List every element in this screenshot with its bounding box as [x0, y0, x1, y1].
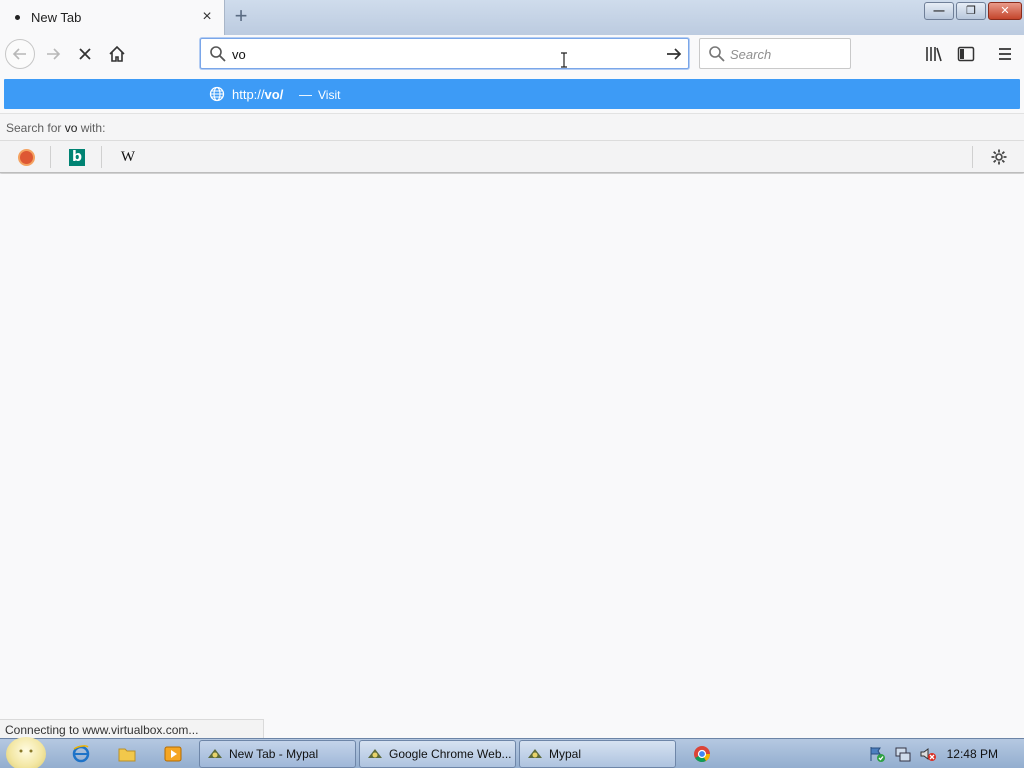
task-label: Mypal — [549, 747, 582, 761]
window-close-button[interactable]: ✕ — [988, 2, 1022, 20]
mypal-icon — [368, 749, 382, 758]
chrome-icon — [694, 746, 710, 762]
clock[interactable]: 12:48 PM — [947, 747, 998, 761]
close-icon: ✕ — [1000, 5, 1010, 17]
bing-icon: b — [69, 148, 85, 166]
flag-check-icon — [870, 747, 885, 762]
media-player-icon — [164, 746, 182, 762]
start-button[interactable] — [6, 737, 46, 768]
task-label: New Tab - Mypal — [229, 747, 319, 761]
search-settings-button[interactable] — [989, 147, 1009, 167]
task-new-tab-mypal[interactable]: New Tab - Mypal — [199, 740, 356, 768]
network-icon — [895, 747, 911, 762]
search-bar[interactable] — [699, 38, 851, 69]
minimize-button[interactable]: — — [924, 2, 954, 20]
text-cursor-icon — [561, 52, 567, 68]
forward-arrow-icon — [47, 48, 61, 60]
stop-button[interactable] — [70, 39, 100, 69]
status-panel: Connecting to www.virtualbox.com... — [0, 719, 264, 738]
new-tab-button[interactable]: + — [231, 5, 251, 27]
duckduckgo-engine-button[interactable] — [16, 147, 36, 167]
tab-close-icon[interactable]: × — [200, 9, 214, 25]
tab-strip: New Tab × + — ❐ ✕ — [0, 0, 1024, 35]
autocomplete-action: Visit — [318, 88, 341, 102]
back-arrow-icon — [12, 48, 26, 60]
search-input[interactable] — [730, 45, 845, 63]
action-center-tray-button[interactable] — [868, 745, 886, 763]
back-button[interactable] — [5, 39, 35, 69]
restore-button[interactable]: ❐ — [956, 2, 986, 20]
media-player-launcher[interactable] — [164, 745, 182, 763]
duckduckgo-icon — [17, 148, 35, 166]
home-icon — [109, 45, 125, 62]
sidebar-button[interactable] — [955, 43, 977, 65]
task-mypal[interactable]: Mypal — [519, 740, 676, 768]
search-with-header: Search for vo with: — [0, 113, 1024, 140]
library-button[interactable] — [923, 43, 945, 65]
bing-engine-button[interactable]: b — [67, 147, 87, 167]
system-tray: 12:48 PM — [864, 739, 1024, 768]
internet-explorer-icon — [72, 745, 90, 763]
search-icon — [210, 46, 226, 62]
chrome-launcher[interactable] — [693, 745, 711, 763]
separator — [972, 146, 973, 168]
search-with-label: Search for vo with: — [6, 121, 106, 135]
wikipedia-engine-button[interactable]: W — [118, 147, 138, 167]
loading-dot-icon — [15, 15, 20, 20]
one-off-search-engines: b W — [0, 140, 1024, 173]
tab-title: New Tab — [31, 10, 82, 25]
tab-new-tab[interactable]: New Tab × — [0, 0, 225, 35]
hamburger-menu-icon — [999, 48, 1011, 60]
taskbar: New Tab - Mypal Google Chrome Web... Myp… — [0, 737, 1024, 768]
gear-icon — [991, 149, 1007, 165]
library-icon — [926, 47, 942, 62]
volume-muted-icon — [920, 748, 936, 761]
window-controls: — ❐ ✕ — [924, 2, 1022, 20]
mypal-icon — [528, 749, 542, 758]
folder-icon — [118, 748, 136, 762]
autocomplete-dash: — — [299, 87, 312, 102]
autocomplete-visit-row[interactable]: http://vo/ — Visit — [4, 79, 1020, 109]
task-label: Google Chrome Web... — [389, 747, 512, 761]
volume-tray-button[interactable] — [919, 745, 937, 763]
go-arrow-icon[interactable] — [664, 44, 684, 64]
menu-button[interactable] — [994, 43, 1016, 65]
globe-icon — [209, 86, 225, 102]
forward-button[interactable] — [38, 39, 68, 69]
restore-icon: ❐ — [966, 5, 976, 17]
search-icon — [709, 46, 725, 62]
navigation-toolbar — [0, 35, 1024, 73]
autocomplete-url: http://vo/ — [232, 87, 284, 102]
sidebar-icon — [957, 46, 975, 62]
task-google-chrome[interactable]: Google Chrome Web... — [359, 740, 516, 768]
explorer-launcher[interactable] — [118, 745, 136, 763]
smiley-icon — [19, 749, 33, 753]
url-input[interactable] — [232, 44, 652, 64]
page-content — [0, 174, 1024, 738]
network-tray-button[interactable] — [894, 745, 912, 763]
separator — [101, 146, 102, 168]
internet-explorer-launcher[interactable] — [72, 745, 90, 763]
minimize-icon: — — [933, 5, 945, 17]
stop-x-icon — [79, 48, 91, 60]
separator — [50, 146, 51, 168]
wikipedia-icon: W — [120, 148, 136, 165]
home-button[interactable] — [102, 39, 132, 69]
mypal-icon — [208, 749, 222, 758]
url-bar[interactable] — [200, 38, 689, 69]
